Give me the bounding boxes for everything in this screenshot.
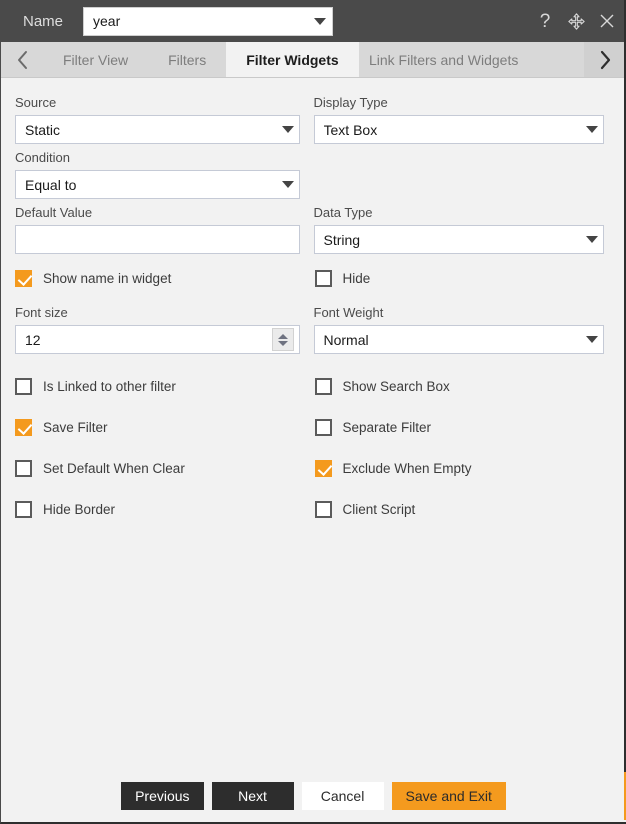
checkbox-set-default-when-clear[interactable]: Set Default When Clear: [15, 460, 314, 477]
dialog-footer: Previous Next Cancel Save and Exit: [1, 782, 626, 810]
checkbox-label: Show name in widget: [43, 271, 172, 286]
font-weight-value: Normal: [323, 331, 369, 348]
condition-select[interactable]: Equal to: [15, 170, 300, 199]
font-weight-label: Font Weight: [313, 305, 384, 320]
source-displaytype-row: Source Static Display Type Text Box: [15, 89, 612, 144]
chevron-left-icon[interactable]: [1, 42, 43, 77]
data-type-select[interactable]: String: [313, 225, 604, 254]
font-weight-select[interactable]: Normal: [313, 325, 604, 354]
font-weight-field: Font Weight Normal: [313, 299, 613, 354]
source-value: Static: [25, 121, 61, 138]
form-content: Source Static Display Type Text Box Cond…: [1, 79, 626, 822]
checkbox-box: [314, 501, 332, 518]
next-button[interactable]: Next: [211, 782, 294, 810]
display-type-select[interactable]: Text Box: [313, 115, 604, 144]
window-controls: ?: [534, 0, 618, 42]
condition-field: Condition Equal to: [15, 144, 314, 199]
help-icon[interactable]: ?: [534, 9, 556, 33]
checkbox-exclude-when-empty[interactable]: Exclude When Empty: [314, 460, 613, 477]
checkbox-label: Save Filter: [43, 420, 108, 435]
font-size-label: Font size: [15, 305, 68, 320]
defaultvalue-datatype-row: Default Value Data Type String: [15, 199, 612, 254]
font-size-field: Font size 12: [15, 299, 314, 354]
showname-hide-row: Show name in widget Hide: [15, 270, 612, 287]
setdefault-excludeempty-row: Set Default When Clear Exclude When Empt…: [15, 460, 612, 477]
data-type-label: Data Type: [313, 205, 373, 220]
move-four-arrows-icon[interactable]: [565, 9, 587, 33]
checkbox-show-name-in-widget[interactable]: Show name in widget: [15, 270, 314, 287]
source-field: Source Static: [15, 89, 314, 144]
font-size-input[interactable]: 12: [15, 325, 300, 354]
tabs-scroll-area: Filter View Filters Filter Widgets Link …: [43, 42, 584, 77]
default-value-input[interactable]: [15, 225, 300, 254]
checkbox-box: [314, 270, 332, 287]
font-size-value: 12: [25, 331, 41, 348]
checkbox-label: Hide Border: [43, 502, 116, 517]
tab-link-filters-and-widgets[interactable]: Link Filters and Widgets: [358, 42, 529, 77]
chevron-down-icon: [281, 181, 294, 188]
previous-button[interactable]: Previous: [121, 782, 204, 810]
checkbox-is-linked-to-other-filter[interactable]: Is Linked to other filter: [15, 378, 314, 395]
filter-widgets-dialog: Name year ? Filter View Filters Filter W…: [0, 0, 626, 824]
checkbox-box: [314, 419, 332, 436]
checkbox-box: [15, 501, 32, 518]
save-and-exit-button[interactable]: Save and Exit: [391, 782, 506, 810]
chevron-down-icon: [586, 336, 598, 343]
checkbox-client-script[interactable]: Client Script: [314, 501, 613, 518]
checkbox-separate-filter[interactable]: Separate Filter: [314, 419, 613, 436]
chevron-down-icon: [281, 126, 294, 133]
checkbox-label: Separate Filter: [342, 420, 432, 435]
checkbox-hide[interactable]: Hide: [314, 270, 613, 287]
condition-spacer: [314, 144, 613, 199]
chevron-down-icon: [586, 236, 598, 243]
checkbox-box: [314, 460, 332, 477]
checkbox-box: [15, 270, 32, 287]
default-value-field: Default Value: [15, 199, 314, 254]
data-type-field: Data Type String: [313, 199, 613, 254]
checkbox-hide-border[interactable]: Hide Border: [15, 501, 314, 518]
checkbox-label: Client Script: [342, 502, 416, 517]
source-label: Source: [15, 95, 57, 110]
display-type-field: Display Type Text Box: [313, 89, 613, 144]
condition-label: Condition: [15, 150, 70, 165]
checkbox-box: [15, 419, 32, 436]
close-icon[interactable]: [596, 9, 618, 33]
tab-filter-view[interactable]: Filter View: [43, 42, 149, 77]
checkbox-save-filter[interactable]: Save Filter: [15, 419, 314, 436]
checkbox-label: Set Default When Clear: [43, 461, 185, 476]
checkbox-label: Show Search Box: [342, 379, 450, 394]
checkbox-label: Is Linked to other filter: [43, 379, 176, 394]
checkbox-label: Exclude When Empty: [342, 461, 472, 476]
checkbox-box: [15, 378, 32, 395]
checkbox-box: [15, 460, 32, 477]
fontsize-fontweight-row: Font size 12 Font Weight Normal: [15, 299, 612, 354]
checkbox-label: Hide: [342, 271, 371, 286]
condition-row: Condition Equal to: [15, 144, 612, 199]
islinked-searchbox-row: Is Linked to other filter Show Search Bo…: [15, 378, 612, 395]
checkbox-box: [314, 378, 332, 395]
chevron-down-icon: [314, 17, 327, 25]
tab-filter-widgets[interactable]: Filter Widgets: [226, 42, 359, 77]
condition-value: Equal to: [25, 176, 77, 193]
checkbox-show-search-box[interactable]: Show Search Box: [314, 378, 613, 395]
source-select[interactable]: Static: [15, 115, 300, 144]
name-label: Name: [23, 12, 64, 30]
display-type-label: Display Type: [313, 95, 388, 110]
cancel-button[interactable]: Cancel: [301, 782, 384, 810]
default-value-label: Default Value: [15, 205, 93, 220]
data-type-value: String: [323, 231, 361, 248]
tab-filters[interactable]: Filters: [148, 42, 227, 77]
name-select[interactable]: year: [83, 6, 334, 36]
chevron-right-icon[interactable]: [584, 42, 626, 77]
chevron-down-icon: [277, 340, 288, 346]
hideborder-clientscript-row: Hide Border Client Script: [15, 501, 612, 518]
name-select-value: year: [93, 13, 121, 29]
chevron-down-icon: [586, 126, 598, 133]
savefilter-separatefilter-row: Save Filter Separate Filter: [15, 419, 612, 436]
font-size-stepper[interactable]: [271, 328, 294, 351]
chevron-up-icon: [277, 333, 288, 339]
tab-strip: Filter View Filters Filter Widgets Link …: [1, 42, 626, 78]
display-type-value: Text Box: [323, 121, 378, 138]
dialog-titlebar: Name year ?: [1, 0, 626, 42]
